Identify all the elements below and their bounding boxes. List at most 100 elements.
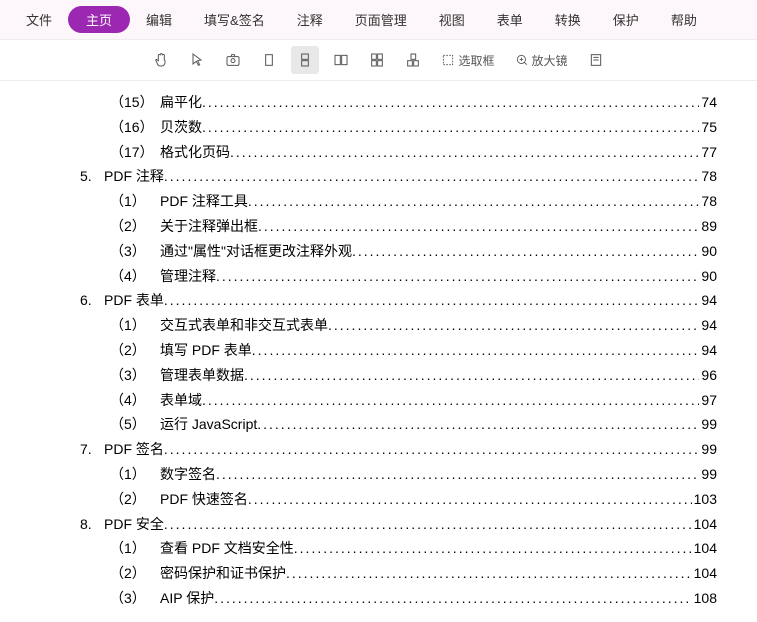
toc-line[interactable]: 5.PDF 注释78 xyxy=(50,165,717,189)
toc-number: 8. xyxy=(80,513,104,537)
toc-label: （16）贝茨数 xyxy=(110,116,202,140)
toc-page-number: 74 xyxy=(699,91,717,115)
menubar: 文件主页编辑填写&签名注释页面管理视图表单转换保护帮助 xyxy=(0,0,757,40)
toc-line[interactable]: （4）表单域97 xyxy=(50,389,717,413)
toc-page-number: 75 xyxy=(699,116,717,140)
toc-line[interactable]: （2）PDF 快速签名103 xyxy=(50,488,717,512)
toc-line[interactable]: （2）填写 PDF 表单94 xyxy=(50,339,717,363)
loupe-tool[interactable] xyxy=(582,46,610,74)
menu-item-5[interactable]: 页面管理 xyxy=(339,6,423,33)
toolbar: 选取框 放大镜 xyxy=(0,40,757,81)
toc-page-number: 90 xyxy=(699,240,717,264)
toc-leader-dots xyxy=(202,389,699,413)
toc-number: 6. xyxy=(80,289,104,313)
toc-number: （3） xyxy=(110,364,160,388)
toc-label: 6.PDF 表单 xyxy=(80,289,164,313)
menu-item-6[interactable]: 视图 xyxy=(423,6,481,33)
toc-leader-dots xyxy=(202,116,699,140)
toc-number: （1） xyxy=(110,190,160,214)
toc-line[interactable]: （1）PDF 注释工具78 xyxy=(50,190,717,214)
toc-number: 5. xyxy=(80,165,104,189)
toc-leader-dots xyxy=(164,513,692,537)
toc-label: （2）填写 PDF 表单 xyxy=(110,339,252,363)
toc-leader-dots xyxy=(352,240,699,264)
toc-line[interactable]: （2）关于注释弹出框89 xyxy=(50,215,717,239)
toc-leader-dots xyxy=(248,488,692,512)
toc-title: 交互式表单和非交互式表单 xyxy=(160,317,328,333)
toc-line[interactable]: （16）贝茨数 75 xyxy=(50,116,717,140)
document-content: （15）扁平化74（16）贝茨数75（17）格式化页码775.PDF 注释78（… xyxy=(0,81,757,622)
menu-item-4[interactable]: 注释 xyxy=(281,6,339,33)
toc-label: （3）管理表单数据 xyxy=(110,364,244,388)
toc-label: （1）交互式表单和非交互式表单 xyxy=(110,314,328,338)
marquee-select-tool[interactable]: 选取框 xyxy=(435,46,500,74)
toc-label: 7.PDF 签名 xyxy=(80,438,164,462)
toc-line[interactable]: （3）通过"属性"对话框更改注释外观 90 xyxy=(50,240,717,264)
toc-page-number: 89 xyxy=(699,215,717,239)
toc-line[interactable]: （15）扁平化 74 xyxy=(50,91,717,115)
toc-line[interactable]: （4）管理注释90 xyxy=(50,265,717,289)
magnifier-label: 放大镜 xyxy=(532,52,568,69)
magnifier-tool[interactable]: 放大镜 xyxy=(509,46,574,74)
toc-title: 格式化页码 xyxy=(160,144,230,160)
toc-title: PDF 签名 xyxy=(104,441,164,457)
toc-leader-dots xyxy=(328,314,699,338)
toc-line[interactable]: 7.PDF 签名99 xyxy=(50,438,717,462)
snapshot-tool[interactable] xyxy=(219,46,247,74)
toc-number: （4） xyxy=(110,265,160,289)
toc-leader-dots xyxy=(286,562,692,586)
toc-title: 密码保护和证书保护 xyxy=(160,565,286,581)
toc-label: （3）AIP 保护 xyxy=(110,587,214,611)
toc-label: （3）通过"属性"对话框更改注释外观 xyxy=(110,240,352,264)
marquee-label: 选取框 xyxy=(458,52,494,69)
toc-line[interactable]: （1）交互式表单和非交互式表单 94 xyxy=(50,314,717,338)
toc-leader-dots xyxy=(164,165,700,189)
toc-line[interactable]: （2）密码保护和证书保护104 xyxy=(50,562,717,586)
toc-line[interactable]: （1）数字签名99 xyxy=(50,463,717,487)
toc-line[interactable]: 8.PDF 安全104 xyxy=(50,513,717,537)
toc-line[interactable]: （3）管理表单数据96 xyxy=(50,364,717,388)
toc-title: 查看 PDF 文档安全性 xyxy=(160,540,294,556)
menu-item-8[interactable]: 转换 xyxy=(539,6,597,33)
continuous-facing-tool[interactable] xyxy=(363,46,391,74)
toc-line[interactable]: （1）查看 PDF 文档安全性104 xyxy=(50,537,717,561)
toc-title: AIP 保护 xyxy=(160,590,214,606)
toc-title: 填写 PDF 表单 xyxy=(160,342,252,358)
menu-item-2[interactable]: 编辑 xyxy=(130,6,188,33)
toc-label: （4）管理注释 xyxy=(110,265,216,289)
toc-line[interactable]: （3）AIP 保护108 xyxy=(50,587,717,611)
menu-item-7[interactable]: 表单 xyxy=(481,6,539,33)
toc-number: （17） xyxy=(110,141,160,165)
continuous-page-tool[interactable] xyxy=(291,46,319,74)
toc-page-number: 104 xyxy=(692,537,717,561)
toc-label: （15）扁平化 xyxy=(110,91,202,115)
pointer-tool[interactable] xyxy=(183,46,211,74)
toc-label: （1）PDF 注释工具 xyxy=(110,190,248,214)
menu-item-3[interactable]: 填写&签名 xyxy=(188,6,281,33)
toc-leader-dots xyxy=(244,364,699,388)
separate-cover-tool[interactable] xyxy=(399,46,427,74)
toc-page-number: 104 xyxy=(692,513,717,537)
toc-page-number: 99 xyxy=(699,413,717,437)
toc-number: （3） xyxy=(110,587,160,611)
menu-item-0[interactable]: 文件 xyxy=(10,6,68,33)
toc-line[interactable]: （17）格式化页码77 xyxy=(50,141,717,165)
facing-tool[interactable] xyxy=(327,46,355,74)
toc-page-number: 103 xyxy=(692,488,717,512)
toc-number: （2） xyxy=(110,215,160,239)
menu-item-10[interactable]: 帮助 xyxy=(655,6,713,33)
toc-line[interactable]: （5）运行 JavaScript99 xyxy=(50,413,717,437)
toc-label: 5.PDF 注释 xyxy=(80,165,164,189)
toc-leader-dots xyxy=(164,438,700,462)
toc-leader-dots xyxy=(257,413,699,437)
toc-line[interactable]: 6.PDF 表单94 xyxy=(50,289,717,313)
menu-item-1[interactable]: 主页 xyxy=(68,6,130,33)
hand-tool[interactable] xyxy=(147,46,175,74)
toc-leader-dots xyxy=(252,339,700,363)
toc-number: （16） xyxy=(110,116,160,140)
single-page-tool[interactable] xyxy=(255,46,283,74)
toc-leader-dots xyxy=(230,141,699,165)
menu-item-9[interactable]: 保护 xyxy=(597,6,655,33)
toc-title: PDF 注释 xyxy=(104,168,164,184)
toc-title: 运行 JavaScript xyxy=(160,416,257,432)
